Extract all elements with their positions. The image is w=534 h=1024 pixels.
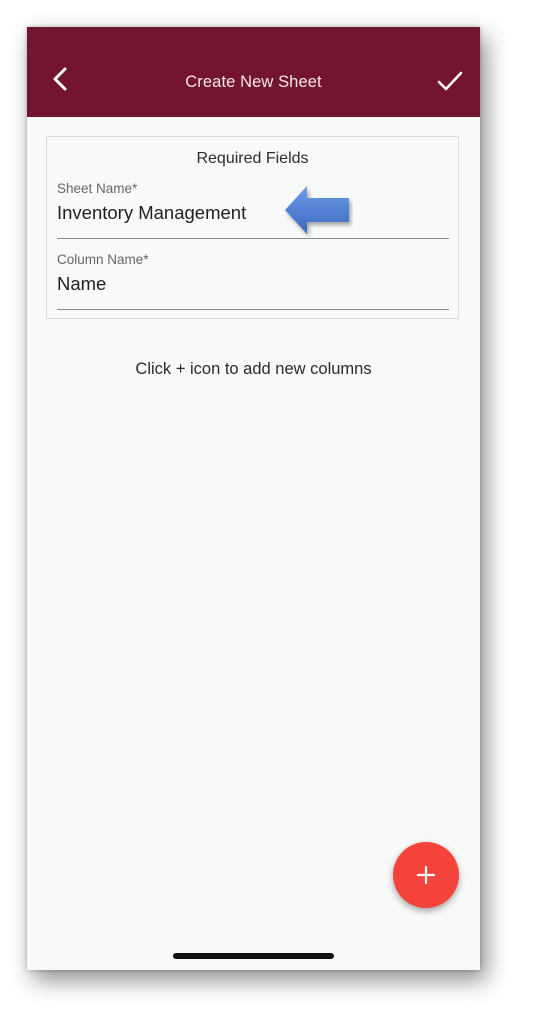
app-bar: Create New Sheet xyxy=(27,27,480,117)
pointer-arrow-icon xyxy=(285,186,349,234)
home-indicator xyxy=(173,953,334,959)
card-title: Required Fields xyxy=(196,150,309,167)
column-name-label: Column Name* xyxy=(57,252,149,267)
confirm-button[interactable] xyxy=(436,67,464,95)
add-columns-hint: Click + icon to add new columns xyxy=(135,360,372,378)
add-column-button[interactable] xyxy=(393,842,459,908)
page-title: Create New Sheet xyxy=(185,73,322,91)
column-name-field[interactable]: Column Name* Name xyxy=(57,252,449,310)
column-name-input[interactable]: Name xyxy=(57,273,106,295)
plus-icon xyxy=(416,865,436,885)
sheet-name-label: Sheet Name* xyxy=(57,181,138,196)
phone-screen: Create New Sheet Required Fields Sheet N… xyxy=(27,27,480,970)
sheet-name-input[interactable]: Inventory Management xyxy=(57,202,246,224)
sheet-name-field[interactable]: Sheet Name* Inventory Management xyxy=(57,181,449,239)
check-icon xyxy=(437,71,463,91)
required-fields-card: Required Fields Sheet Name* Inventory Ma… xyxy=(46,136,459,319)
